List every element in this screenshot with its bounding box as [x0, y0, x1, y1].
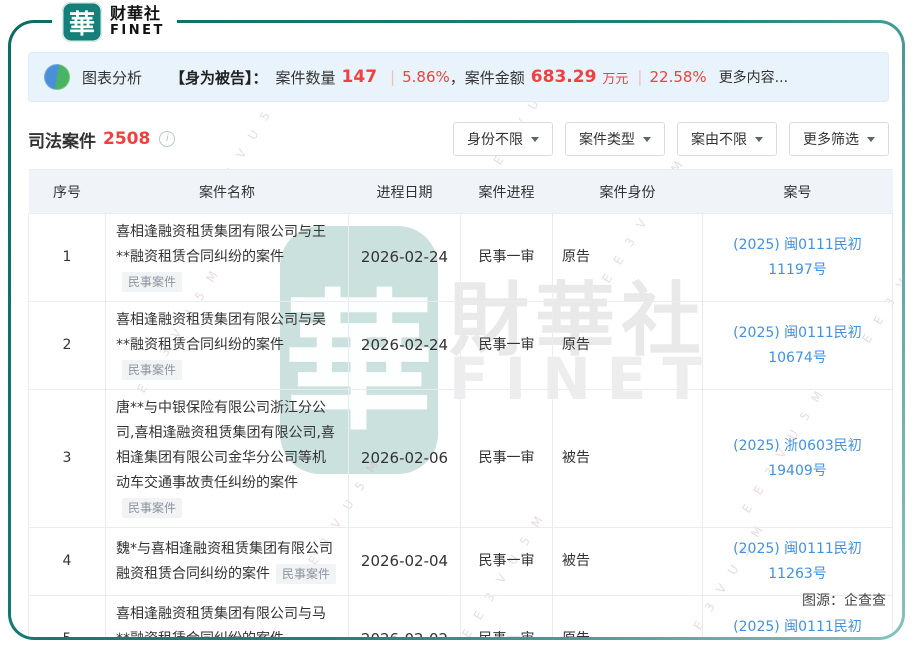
case-type-badge: 民事案件 [122, 272, 182, 292]
banner-title: 图表分析 [82, 67, 142, 88]
page-frame: 華 財華社 FINET E E 3 V U 5 M E E 3 V U 5 M … [8, 20, 905, 640]
case-name: 喜相逢融资租赁集团有限公司与王**融资租赁合同纠纷的案件 [116, 224, 326, 265]
table-row: 3 唐**与中银保险有限公司浙江分公司,喜相逢融资租赁集团有限公司,喜相逢集团有… [29, 390, 893, 528]
filter-label: 更多筛选 [803, 129, 859, 149]
col-header-name: 案件名称 [106, 170, 349, 214]
section-title: 司法案件 2508 i [28, 127, 175, 152]
section-header: 司法案件 2508 i 身份不限 案件类型 案由不限 [28, 121, 889, 157]
case-amount-value: 683.29 [531, 67, 597, 87]
case-process: 民事一审 [461, 596, 553, 638]
filter-case-type-dropdown[interactable]: 案件类型 [565, 122, 665, 156]
case-count-label: 案件数量 [276, 67, 336, 88]
table-row: 4 魏*与喜相逢融资租赁集团有限公司融资租赁合同纠纷的案件民事案件 2026-0… [29, 528, 893, 596]
process-date: 2026-02-24 [349, 302, 461, 390]
case-role: 被告 [553, 528, 703, 596]
case-role: 原告 [553, 302, 703, 390]
card: 華 財華社 FINET E E 3 V U 5 M E E 3 V U 5 M … [11, 23, 902, 637]
case-name-cell: 魏*与喜相逢融资租赁集团有限公司融资租赁合同纠纷的案件民事案件 [106, 528, 349, 596]
filter-bar: 身份不限 案件类型 案由不限 更多筛选 [453, 122, 889, 156]
case-role: 被告 [553, 390, 703, 528]
chevron-down-icon [531, 137, 539, 142]
case-process: 民事一审 [461, 390, 553, 528]
row-no: 1 [29, 214, 106, 302]
case-amount-percent: 22.58% [649, 68, 706, 86]
chart-analysis-banner[interactable]: 图表分析 【身为被告】： 案件数量 147 | 5.86% ， 案件金额 683… [28, 52, 889, 102]
cases-table: 序号 案件名称 进程日期 案件进程 案件身份 案号 1 喜相逢融资租赁集团有限公… [28, 169, 893, 637]
case-number-link[interactable]: (2025) 闽0111民初11197号 [703, 214, 893, 302]
chevron-down-icon [867, 137, 875, 142]
section-count: 2508 [103, 129, 150, 149]
col-header-case-no: 案号 [703, 170, 893, 214]
filter-label: 身份不限 [467, 129, 523, 149]
chevron-down-icon [643, 137, 651, 142]
process-date: 2026-02-04 [349, 528, 461, 596]
case-type-badge: 民事案件 [276, 564, 336, 584]
filter-label: 案件类型 [579, 129, 635, 149]
process-date: 2026-02-02 [349, 596, 461, 638]
finet-seal-icon: 華 [62, 2, 102, 42]
col-header-process: 案件进程 [461, 170, 553, 214]
case-count-value: 147 [342, 67, 378, 87]
section-title-text: 司法案件 [28, 127, 96, 152]
col-header-no: 序号 [29, 170, 106, 214]
case-role: 原告 [553, 596, 703, 638]
comma: ， [450, 67, 465, 88]
image-source-caption: 图源：企查查 [802, 590, 886, 610]
case-name: 唐**与中银保险有限公司浙江分公司,喜相逢融资租赁集团有限公司,喜相逢集团有限公… [116, 400, 335, 491]
case-count-percent: 5.86% [402, 68, 450, 86]
case-role: 原告 [553, 214, 703, 302]
chevron-down-icon [755, 137, 763, 142]
case-name-cell: 喜相逢融资租赁集团有限公司与王**融资租赁合同纠纷的案件民事案件 [106, 214, 349, 302]
case-process: 民事一审 [461, 528, 553, 596]
logo-name-en: FINET [110, 24, 165, 39]
row-no: 3 [29, 390, 106, 528]
process-date: 2026-02-24 [349, 214, 461, 302]
filter-cause-dropdown[interactable]: 案由不限 [677, 122, 777, 156]
filter-identity-dropdown[interactable]: 身份不限 [453, 122, 553, 156]
case-name: 喜相逢融资租赁集团有限公司与马**融资租赁合同纠纷的案件 [116, 606, 326, 637]
case-name-cell: 唐**与中银保险有限公司浙江分公司,喜相逢融资租赁集团有限公司,喜相逢集团有限公… [106, 390, 349, 528]
case-number-link[interactable]: (2025) 浙0603民初19409号 [703, 390, 893, 528]
case-type-badge: 民事案件 [122, 498, 182, 518]
logo-name-cn: 财華社 [110, 5, 165, 23]
case-name: 喜相逢融资租赁集团有限公司与吴**融资租赁合同纠纷的案件 [116, 312, 326, 353]
filter-label: 案由不限 [691, 129, 747, 149]
finet-logo-text: 财華社 FINET [110, 5, 165, 38]
case-amount-unit: 万元 [602, 68, 628, 87]
case-type-badge: 民事案件 [122, 360, 182, 380]
case-number-link[interactable]: (2025) 闽0111民初10674号 [703, 302, 893, 390]
case-process: 民事一审 [461, 214, 553, 302]
case-name-cell: 喜相逢融资租赁集团有限公司与马**融资租赁合同纠纷的案件民事案件 [106, 596, 349, 638]
row-no: 5 [29, 596, 106, 638]
table-header-row: 序号 案件名称 进程日期 案件进程 案件身份 案号 [29, 170, 893, 214]
separator: | [637, 68, 642, 86]
case-number-link[interactable]: (2025) 闽0111民初11263号 [703, 528, 893, 596]
row-no: 4 [29, 528, 106, 596]
col-header-date: 进程日期 [349, 170, 461, 214]
content: 图表分析 【身为被告】： 案件数量 147 | 5.86% ， 案件金额 683… [11, 23, 902, 637]
case-process: 民事一审 [461, 302, 553, 390]
table-row: 5 喜相逢融资租赁集团有限公司与马**融资租赁合同纠纷的案件民事案件 2026-… [29, 596, 893, 638]
separator: | [390, 68, 395, 86]
col-header-role: 案件身份 [553, 170, 703, 214]
banner-role-label: 【身为被告】： [170, 67, 268, 88]
info-icon[interactable]: i [159, 131, 175, 147]
case-amount-label: 案件金额 [465, 67, 525, 88]
filter-more-dropdown[interactable]: 更多筛选 [789, 122, 889, 156]
chart-analysis-icon [44, 64, 70, 90]
finet-logo: 華 财華社 FINET [52, 0, 177, 46]
case-name-cell: 喜相逢融资租赁集团有限公司与吴**融资租赁合同纠纷的案件民事案件 [106, 302, 349, 390]
table-row: 2 喜相逢融资租赁集团有限公司与吴**融资租赁合同纠纷的案件民事案件 2026-… [29, 302, 893, 390]
process-date: 2026-02-06 [349, 390, 461, 528]
table-row: 1 喜相逢融资租赁集团有限公司与王**融资租赁合同纠纷的案件民事案件 2026-… [29, 214, 893, 302]
more-content-link[interactable]: 更多内容... [719, 67, 788, 87]
row-no: 2 [29, 302, 106, 390]
